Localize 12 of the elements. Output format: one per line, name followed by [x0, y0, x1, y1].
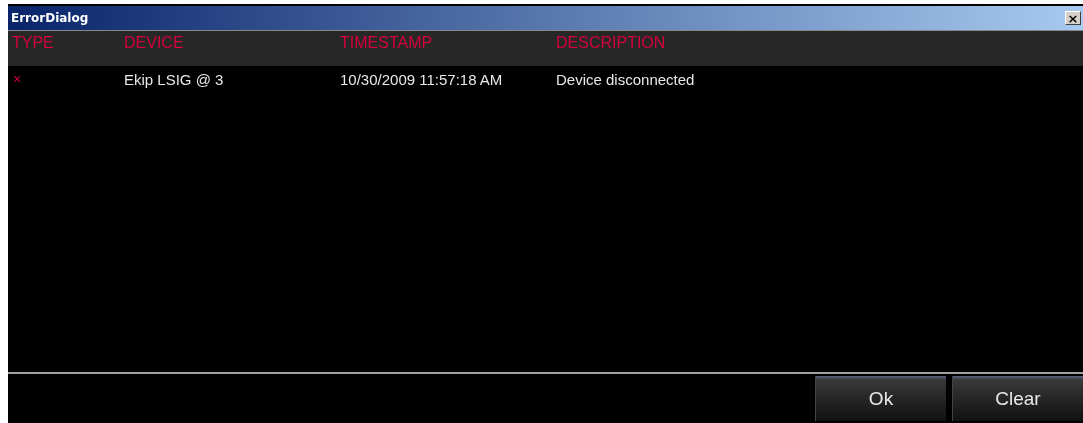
window-title: ErrorDialog	[11, 11, 89, 25]
column-header: TIMESTAMP	[339, 33, 434, 52]
column-header: DESCRIPTION	[555, 33, 667, 52]
clear-button[interactable]: Clear	[952, 376, 1083, 421]
table-cell-text: 10/30/2009 11:57:18 AM	[339, 70, 504, 88]
table-cell-text: Ekip LSIG @ 3	[123, 70, 225, 88]
table-cell-text: Device disconnected	[555, 70, 696, 88]
error-icon: ×	[8, 71, 120, 87]
ok-button[interactable]: Ok	[815, 376, 946, 421]
close-button[interactable]: ×	[1065, 11, 1081, 25]
column-header: DEVICE	[123, 33, 185, 52]
column-header: TYPE	[11, 33, 55, 52]
